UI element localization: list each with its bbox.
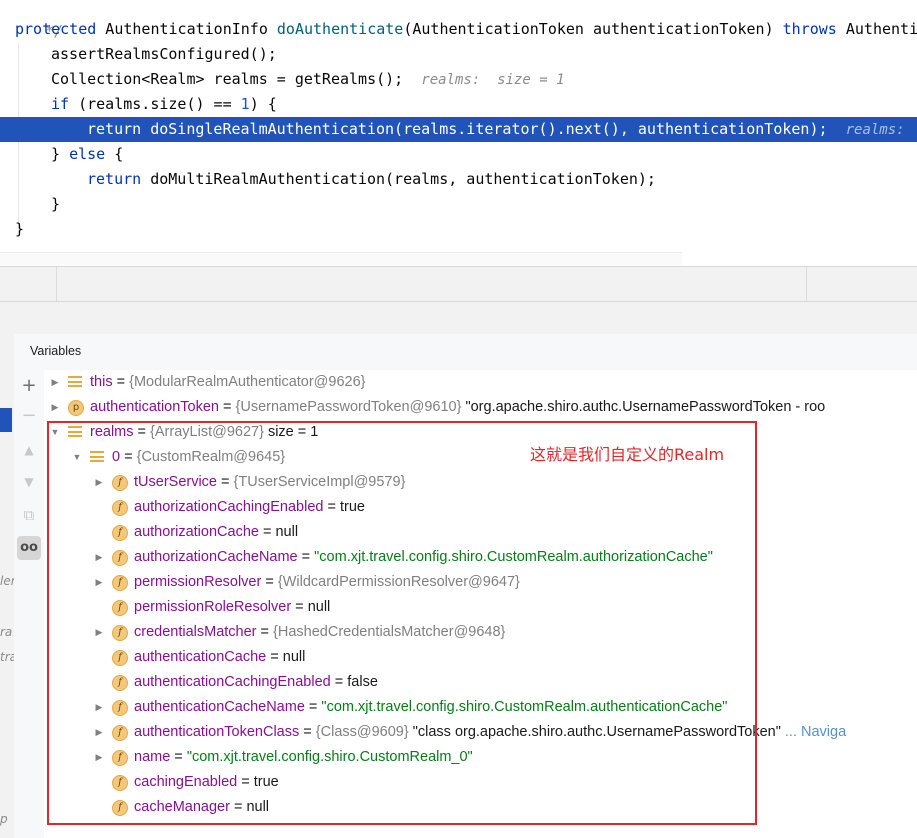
annotation-text: 这就是我们自定义的Realm (530, 445, 725, 464)
equals-sign: = (219, 399, 236, 415)
move-down-button[interactable]: ▼ (17, 470, 41, 494)
horizontal-scrollbar[interactable] (0, 252, 682, 265)
duplicate-watch-button[interactable]: ⧉ (17, 503, 41, 527)
list-icon (68, 376, 82, 389)
code-line-8: return doMultiRealmAuthentication(realms… (87, 170, 656, 188)
code-line-10: } (15, 220, 25, 238)
arrow-up-icon: ▲ (24, 443, 34, 457)
inline-debug-hint: realms: (845, 122, 914, 138)
selected-frame-marker[interactable] (0, 408, 12, 432)
code-line-6-execution-point: return doSingleRealmAuthentication(realm… (0, 117, 917, 142)
frame-fragment: p (0, 812, 8, 826)
code-line-9: } (51, 195, 61, 213)
copy-icon: ⧉ (23, 506, 35, 524)
variable-row[interactable]: ▶ p authenticationToken = {UsernamePasswor… (44, 395, 917, 420)
divider (806, 267, 807, 301)
parameter-icon: p (68, 400, 84, 416)
variable-text: authenticationToken = {UsernamePasswordT… (90, 395, 825, 420)
frames-panel-edge: ler ra tra p (0, 334, 17, 838)
plus-icon: + (21, 375, 37, 396)
annotation-highlight-box (47, 421, 757, 825)
inline-debug-hint: realms: size = 1 (421, 72, 565, 88)
code-editor[interactable]: */ protected AuthenticationInfo doAuthen… (0, 0, 917, 266)
show-watches-toggle[interactable]: oo (17, 536, 41, 560)
debug-toolbar-band (0, 266, 917, 335)
chevron-right-icon[interactable]: ▶ (48, 395, 62, 420)
code-line-3: assertRealmsConfigured(); (51, 45, 277, 63)
move-up-button[interactable]: ▲ (17, 438, 41, 462)
object-ref: {UsernamePasswordToken@9610} (235, 399, 462, 415)
variable-row[interactable]: ▶ this = {ModularRealmAuthenticator@9626} (44, 370, 917, 395)
glasses-icon: oo (20, 540, 38, 555)
arrow-down-icon: ▼ (24, 475, 34, 489)
divider (56, 267, 57, 301)
variable-name: authenticationToken (90, 399, 219, 415)
chevron-right-icon[interactable]: ▶ (48, 370, 62, 395)
variables-side-toolbar: + − ▲ ▼ ⧉ oo (14, 370, 45, 838)
variables-title: Variables (30, 344, 82, 358)
code-line-2: protected AuthenticationInfo doAuthentic… (15, 20, 917, 38)
code-line-5: if (realms.size() == 1) { (51, 95, 277, 113)
code-line-4: Collection<Realm> realms = getRealms(); … (51, 70, 565, 88)
variable-text: this = {ModularRealmAuthenticator@9626} (90, 370, 366, 395)
remove-watch-button[interactable]: − (17, 404, 41, 428)
code-line-7: } else { (51, 145, 124, 163)
variables-panel-header: Variables (14, 334, 917, 371)
frames-header-strip (0, 267, 917, 302)
frame-fragment: ra (0, 625, 13, 639)
add-watch-button[interactable]: + (17, 374, 41, 398)
equals-sign: = (112, 374, 130, 390)
object-ref: {ModularRealmAuthenticator@9626} (129, 374, 366, 390)
minus-icon: − (21, 405, 37, 426)
variable-name: this (90, 374, 113, 390)
extra-info: "org.apache.shiro.authc.UsernamePassword… (461, 399, 826, 415)
navigate-link[interactable]: ... Naviga (781, 724, 846, 740)
